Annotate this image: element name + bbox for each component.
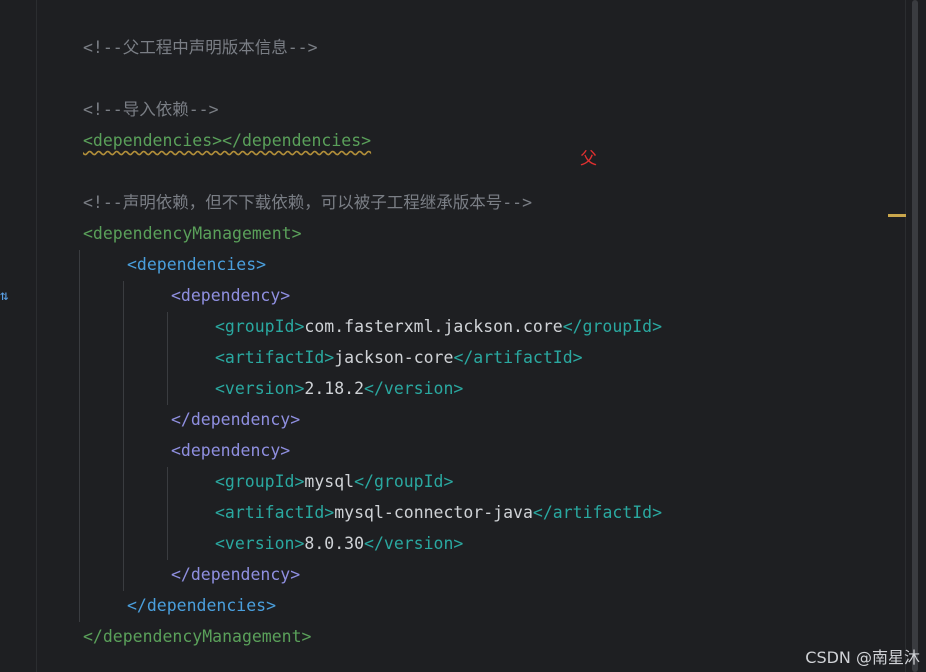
code-line[interactable]: <!--声明依赖，但不下载依赖，可以被子工程继承版本号--> <box>83 187 532 218</box>
code-token: <groupId> <box>215 472 305 491</box>
code-token: </groupId> <box>562 317 663 336</box>
code-token: <dependencyManagement> <box>83 224 302 243</box>
code-token: </artifactId> <box>453 348 583 367</box>
code-token: </dependencyManagement> <box>83 627 312 646</box>
code-token: jackson-core <box>334 348 454 367</box>
code-token: </groupId> <box>354 472 454 491</box>
code-token: </version> <box>364 379 464 398</box>
line-gutter: ⇅ <box>0 0 37 672</box>
code-token: <dependencies> <box>127 255 267 274</box>
code-line[interactable]: <!--父工程中声明版本信息--> <box>83 32 318 63</box>
indent-guide-1 <box>79 250 80 622</box>
code-line[interactable]: </dependencies> <box>127 590 276 621</box>
code-token: <artifactId> <box>215 503 335 522</box>
watermark: CSDN @南星沐 <box>805 648 920 667</box>
code-token: <!--声明依赖，但不下载依赖，可以被子工程继承版本号--> <box>83 193 533 212</box>
vertical-scrollbar[interactable] <box>905 0 926 672</box>
code-line[interactable]: </dependency> <box>171 404 300 435</box>
implementation-arrow-icon[interactable]: ⇅ <box>0 288 14 304</box>
annotation-mark: 父 <box>580 149 597 169</box>
code-line[interactable]: <groupId>mysql</groupId> <box>215 466 453 497</box>
code-token: </dependency> <box>171 565 301 584</box>
code-token: 2.18.2 <box>304 379 365 398</box>
code-token: <!--导入依赖--> <box>83 100 219 119</box>
code-line[interactable]: <version>8.0.30</version> <box>215 528 463 559</box>
code-line[interactable]: <dependency> <box>171 280 290 311</box>
indent-guide-2 <box>123 281 124 591</box>
scrollbar-thumb[interactable] <box>912 0 918 672</box>
code-line[interactable]: <!--导入依赖--> <box>83 94 219 125</box>
code-line[interactable]: <dependencyManagement> <box>83 218 302 249</box>
code-line[interactable]: </dependency> <box>171 559 300 590</box>
code-token: mysql <box>304 472 355 491</box>
code-line[interactable]: </dependencyManagement> <box>83 621 311 652</box>
code-line[interactable]: <dependencies></dependencies> <box>83 125 371 156</box>
code-token: <dependencies></dependencies> <box>83 131 372 150</box>
code-token: <dependency> <box>171 286 291 305</box>
code-token: </dependencies> <box>127 596 277 615</box>
indent-guide-4 <box>167 467 168 560</box>
code-line[interactable]: <dependencies> <box>127 249 266 280</box>
warning-marker[interactable] <box>888 214 906 217</box>
code-line[interactable]: <artifactId>jackson-core</artifactId> <box>215 342 583 373</box>
code-token: <version> <box>215 534 305 553</box>
code-token: <dependency> <box>171 441 291 460</box>
code-token: <!--父工程中声明版本信息--> <box>83 38 318 57</box>
code-token: </dependency> <box>171 410 301 429</box>
code-token: com.fasterxml.jackson.core <box>304 317 563 336</box>
code-line[interactable]: <dependency> <box>171 435 290 466</box>
code-token: <groupId> <box>215 317 305 336</box>
code-token: </artifactId> <box>532 503 663 522</box>
code-token: 8.0.30 <box>304 534 365 553</box>
code-token: </version> <box>364 534 464 553</box>
indent-guide-3 <box>167 312 168 405</box>
code-line[interactable]: <groupId>com.fasterxml.jackson.core</gro… <box>215 311 662 342</box>
code-token: <artifactId> <box>215 348 335 367</box>
code-line[interactable]: <version>2.18.2</version> <box>215 373 463 404</box>
code-token: <version> <box>215 379 305 398</box>
code-line[interactable]: <artifactId>mysql-connector-java</artifa… <box>215 497 662 528</box>
code-token: mysql-connector-java <box>334 503 533 522</box>
